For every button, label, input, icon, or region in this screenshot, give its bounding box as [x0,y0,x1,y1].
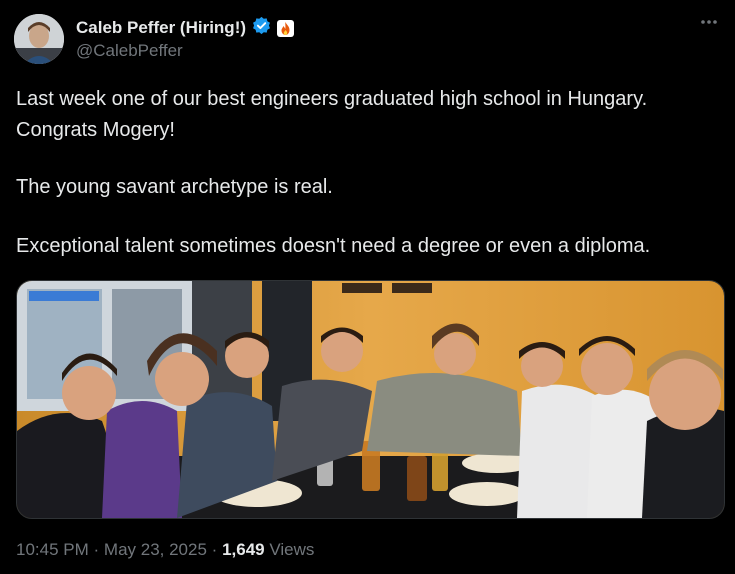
post-text-line-4: Exceptional talent sometimes doesn't nee… [16,235,651,257]
author-name-row: Caleb Peffer (Hiring!) [76,16,295,40]
more-options-icon[interactable] [699,12,719,37]
post-date[interactable]: May 23, 2025 [104,540,207,559]
author-display-name[interactable]: Caleb Peffer (Hiring!) [76,18,246,38]
post-photo[interactable] [16,280,725,519]
post-text-line-1: Last week one of our best engineers grad… [16,88,648,110]
fire-badge-icon [277,19,295,37]
post-text-line-2: Congrats Mogery! [16,119,175,141]
post-time[interactable]: 10:45 PM [16,540,89,559]
meta-separator: · [93,540,100,559]
views-count: 1,649 [222,540,265,559]
group-dinner-photo [17,281,724,518]
avatar-image [14,14,64,64]
verified-badge-icon [252,16,271,40]
author-handle[interactable]: @CalebPeffer [76,41,183,61]
views-label: Views [269,540,315,559]
post-text-line-3: The young savant archetype is real. [16,176,333,198]
author-avatar[interactable] [14,14,64,64]
meta-separator: · [211,540,218,559]
post-meta: 10:45 PM · May 23, 2025 · 1,649 Views [16,540,314,560]
